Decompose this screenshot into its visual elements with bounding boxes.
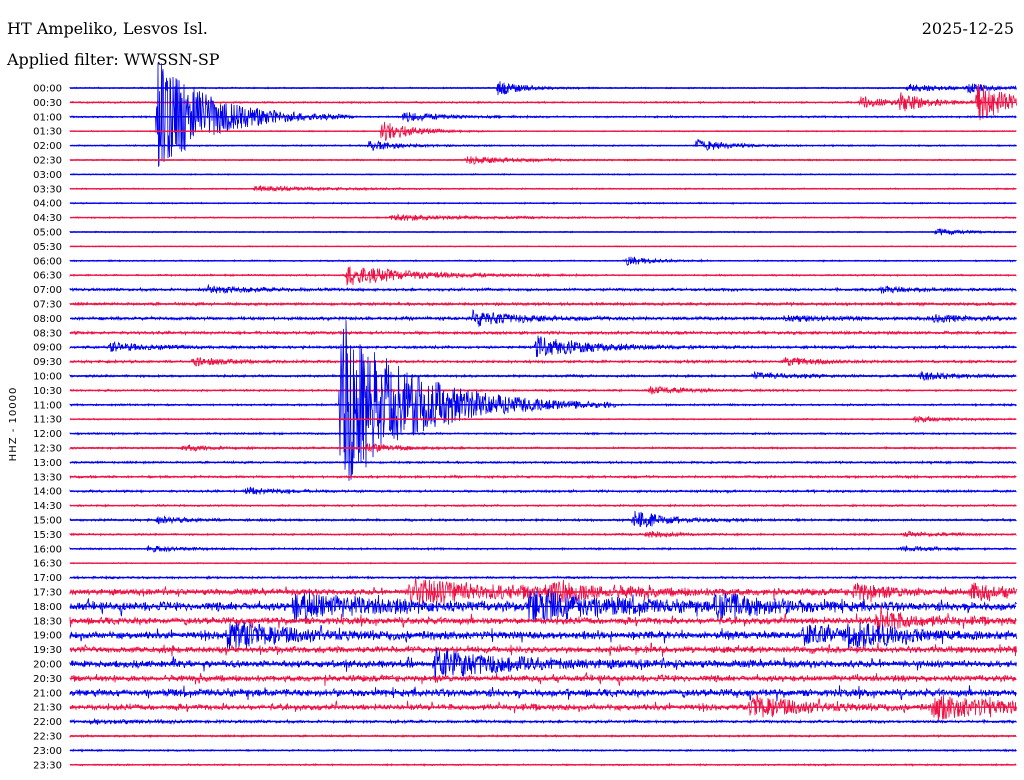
row-time-label: 23:30: [33, 760, 62, 771]
row-time-label: 03:30: [33, 184, 62, 195]
trace-row: [69, 62, 1017, 167]
trace-row: [69, 510, 1017, 528]
row-time-label: 17:30: [33, 588, 62, 599]
row-time-label: 19:30: [33, 645, 62, 656]
trace-row: [69, 139, 1017, 151]
row-time-label: 02:00: [33, 141, 62, 152]
row-time-label: 17:00: [33, 573, 62, 584]
row-time-label: 06:30: [33, 271, 62, 282]
row-time-label: 03:00: [33, 170, 62, 181]
row-time-label: 11:00: [33, 400, 62, 411]
row-time-label: 09:30: [33, 357, 62, 368]
row-time-label: 20:30: [33, 674, 62, 685]
row-time-label: 22:00: [33, 717, 62, 728]
row-time-label: 21:00: [33, 688, 62, 699]
row-time-label: 13:30: [33, 472, 62, 483]
seismogram-plot: 00:00 00:30 01:00 01:30 02:00 02:30 03:00 03:30…: [8, 62, 1017, 772]
row-time-label: 14:30: [33, 501, 62, 512]
row-time-label: 11:30: [33, 415, 62, 426]
row-time-label: 09:00: [33, 343, 62, 354]
trace-row: [69, 622, 1017, 651]
trace-row: [69, 266, 1017, 286]
row-time-label: 05:00: [33, 228, 62, 239]
row-time-label: 18:30: [33, 616, 62, 627]
row-time-label: 06:00: [33, 256, 62, 267]
row-time-label: 20:00: [33, 660, 62, 671]
row-time-label: 10:00: [33, 372, 62, 383]
row-time-label: 10:30: [33, 386, 62, 397]
row-time-label: 19:00: [33, 631, 62, 642]
row-time-label: 01:00: [33, 112, 62, 123]
row-time-label: 15:30: [33, 530, 62, 541]
row-time-label: 05:30: [33, 242, 62, 253]
row-time-label: 23:00: [33, 746, 62, 757]
row-time-label: 08:00: [33, 314, 62, 325]
row-time-label: 02:30: [33, 156, 62, 167]
row-time-label: 18:00: [33, 602, 62, 613]
trace-row: [69, 320, 1017, 481]
row-time-label: 08:30: [33, 328, 62, 339]
row-time-label: 12:00: [33, 429, 62, 440]
time-axis: 00:00 00:30 01:00 01:30 02:00 02:30 03:00 03:30…: [33, 84, 62, 772]
row-time-label: 15:00: [33, 516, 62, 527]
row-time-label: 16:30: [33, 559, 62, 570]
row-time-label: 22:30: [33, 732, 62, 743]
row-time-label: 07:30: [33, 300, 62, 311]
row-time-label: 13:00: [33, 458, 62, 469]
trace-row: [69, 672, 1017, 687]
row-time-label: 01:30: [33, 127, 62, 138]
row-time-label: 04:00: [33, 199, 62, 210]
row-time-label: 14:00: [33, 487, 62, 498]
trace-row: [69, 335, 1017, 358]
row-time-label: 21:30: [33, 703, 62, 714]
row-time-label: 07:00: [33, 285, 62, 296]
row-time-label: 12:30: [33, 444, 62, 455]
row-time-label: 00:30: [33, 98, 62, 109]
row-time-label: 16:00: [33, 544, 62, 555]
seismogram-traces: [69, 62, 1017, 768]
channel-label: HHZ - 10000: [8, 387, 19, 462]
row-time-label: 04:30: [33, 213, 62, 224]
row-time-label: 00:00: [33, 84, 62, 95]
